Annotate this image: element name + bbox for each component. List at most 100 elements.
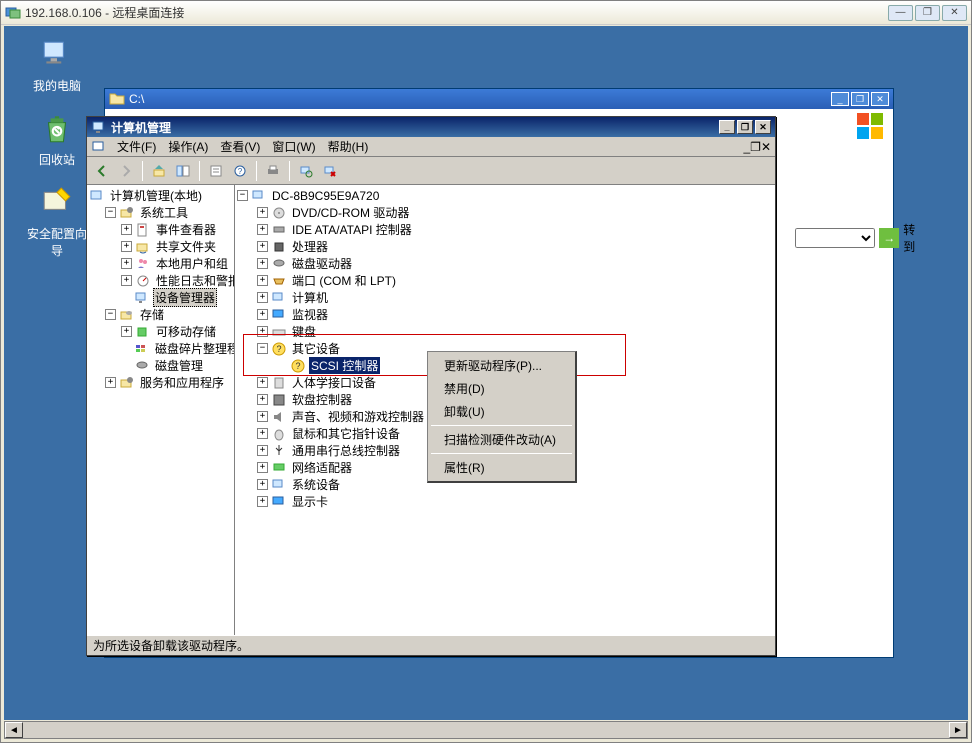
tree-defrag[interactable]: 磁盘碎片整理程序 [89,340,232,357]
menu-view[interactable]: 查看(V) [214,136,266,157]
dev-display[interactable]: +显示卡 [237,493,773,510]
close-button[interactable]: ✕ [942,5,967,21]
rdp-title: 192.168.0.106 - 远程桌面连接 [25,4,886,21]
mmc-icon [91,119,107,135]
forward-button[interactable] [115,160,137,182]
show-hide-button[interactable] [172,160,194,182]
mycomputer-label: 我的电脑 [22,77,92,94]
maximize-button[interactable]: ❐ [915,5,940,21]
tree-evtviewer[interactable]: +事件查看器 [89,221,232,238]
device-tree[interactable]: −DC-8B9C95E9A720 +DVD/CD-ROM 驱动器 +IDE AT… [235,185,775,635]
mmc-doc-icon [91,139,107,155]
tree-root[interactable]: 计算机管理(本地) [89,187,232,204]
separator [289,161,290,181]
mdi-min-button[interactable]: _ [743,140,750,154]
dev-host[interactable]: −DC-8B9C95E9A720 [237,187,773,204]
windows-flag-icon [855,111,887,143]
help-button[interactable]: ? [229,160,251,182]
mmc-menubar: 文件(F) 操作(A) 查看(V) 窗口(W) 帮助(H) _ ❐ ✕ [87,137,775,157]
mdi-close-button[interactable]: ✕ [761,140,771,154]
tree-services[interactable]: +服务和应用程序 [89,374,232,391]
tree-removable[interactable]: +可移动存储 [89,323,232,340]
ctx-disable[interactable]: 禁用(D) [430,377,573,400]
dev-diskdrives[interactable]: +磁盘驱动器 [237,255,773,272]
mmc-titlebar[interactable]: 计算机管理 _ ❐ ✕ [87,117,775,137]
ctx-scan[interactable]: 扫描检测硬件改动(A) [430,428,573,451]
scroll-thumb[interactable] [23,722,949,738]
mmc-toolbar: ? [87,157,775,185]
dev-dvd[interactable]: +DVD/CD-ROM 驱动器 [237,204,773,221]
mmc-nav-tree[interactable]: 计算机管理(本地) −系统工具 +事件查看器 +共享文件夹 +本地用户和组 +性… [87,185,235,635]
explorer-title: C:\ [129,92,829,106]
tree-devmgr[interactable]: 设备管理器 [89,289,232,306]
recyclebin-icon[interactable]: 回收站 [22,112,92,168]
dev-keyboard[interactable]: +键盘 [237,323,773,340]
ctx-separator [431,425,572,426]
mdi-restore-button[interactable]: ❐ [750,140,761,154]
uninstall-button[interactable] [319,160,341,182]
mycomputer-icon[interactable]: 我的电脑 [22,38,92,94]
dev-computer[interactable]: +计算机 [237,289,773,306]
ctx-properties[interactable]: 属性(R) [430,456,573,479]
up-button[interactable] [148,160,170,182]
securitywizard-icon[interactable]: 安全配置向导 [22,186,92,259]
scan-button[interactable] [295,160,317,182]
separator [199,161,200,181]
separator [256,161,257,181]
tree-sharedfolders[interactable]: +共享文件夹 [89,238,232,255]
svg-text:?: ? [276,344,281,354]
back-button[interactable] [91,160,113,182]
dev-ports[interactable]: +端口 (COM 和 LPT) [237,272,773,289]
securitywizard-label: 安全配置向导 [22,225,92,259]
mmc-min-button[interactable]: _ [719,120,735,134]
explorer-titlebar[interactable]: C:\ _ ❐ ✕ [105,89,893,109]
menu-file[interactable]: 文件(F) [111,136,162,157]
rdp-horizontal-scrollbar[interactable]: ◄ ► [4,721,968,739]
svg-text:?: ? [238,167,243,176]
explorer-close-button[interactable]: ✕ [871,92,889,106]
computer-icon [40,38,74,72]
ctx-uninstall[interactable]: 卸载(U) [430,400,573,423]
tree-localusers[interactable]: +本地用户和组 [89,255,232,272]
print-button[interactable] [262,160,284,182]
mmc-title-text: 计算机管理 [111,119,717,136]
mmc-max-button[interactable]: ❐ [737,120,753,134]
minimize-button[interactable]: — [888,5,913,21]
bin-icon [40,112,74,146]
ctx-update-driver[interactable]: 更新驱动程序(P)... [430,354,573,377]
context-menu: 更新驱动程序(P)... 禁用(D) 卸载(U) 扫描检测硬件改动(A) 属性(… [427,351,577,483]
mmc-statusbar: 为所选设备卸载该驱动程序。 [87,635,775,655]
rdp-titlebar[interactable]: 192.168.0.106 - 远程桌面连接 — ❐ ✕ [1,1,971,25]
explorer-min-button[interactable]: _ [831,92,849,106]
scroll-left-button[interactable]: ◄ [5,722,23,738]
folder-icon [109,91,125,107]
recyclebin-label: 回收站 [22,151,92,168]
menu-help[interactable]: 帮助(H) [322,136,375,157]
status-text: 为所选设备卸载该驱动程序。 [93,637,249,654]
mmc-body: 计算机管理(本地) −系统工具 +事件查看器 +共享文件夹 +本地用户和组 +性… [87,185,775,635]
dev-ide[interactable]: +IDE ATA/ATAPI 控制器 [237,221,773,238]
tree-perflogs[interactable]: +性能日志和警报 [89,272,232,289]
dev-monitor[interactable]: +监视器 [237,306,773,323]
go-label: 转到 [903,221,925,255]
dev-cpu[interactable]: +处理器 [237,238,773,255]
wizard-icon [40,186,74,220]
rdp-icon [5,5,21,21]
remote-desktop: 我的电脑 回收站 安全配置向导 C:\ _ ❐ ✕ → 转到 [4,26,968,720]
computer-management-window: 计算机管理 _ ❐ ✕ 文件(F) 操作(A) 查看(V) 窗口(W) 帮助(H… [86,116,776,656]
address-bar: → 转到 [795,221,925,255]
explorer-max-button[interactable]: ❐ [851,92,869,106]
scroll-right-button[interactable]: ► [949,722,967,738]
go-button[interactable]: → [879,228,899,248]
menu-action[interactable]: 操作(A) [162,136,214,157]
tree-systools[interactable]: −系统工具 [89,204,232,221]
mmc-close-button[interactable]: ✕ [755,120,771,134]
separator [142,161,143,181]
svg-text:?: ? [295,361,300,371]
tree-diskmgmt[interactable]: 磁盘管理 [89,357,232,374]
menu-window[interactable]: 窗口(W) [266,136,321,157]
ctx-separator [431,453,572,454]
properties-button[interactable] [205,160,227,182]
address-dropdown[interactable] [795,228,875,248]
tree-storage[interactable]: −存储 [89,306,232,323]
